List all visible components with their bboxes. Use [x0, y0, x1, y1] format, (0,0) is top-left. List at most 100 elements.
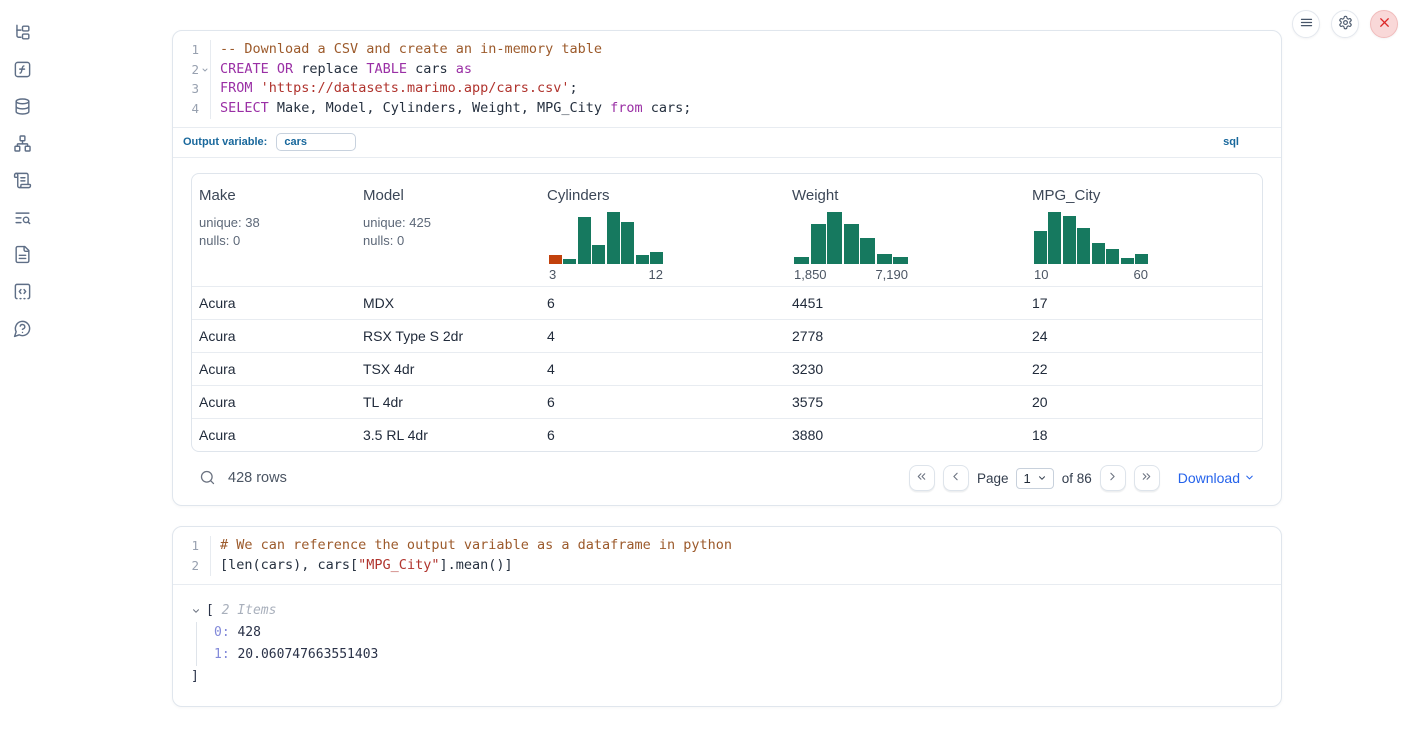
- first-page-button[interactable]: [909, 465, 935, 491]
- weight-histogram: [792, 212, 910, 264]
- table-row[interactable]: AcuraTL 4dr6357520: [192, 385, 1262, 418]
- hist-bar: [1121, 258, 1134, 264]
- hist-bar: [592, 245, 605, 264]
- nulls-stat: nulls: 0: [199, 233, 348, 248]
- help-icon[interactable]: [12, 318, 32, 338]
- close-bracket: ]: [191, 666, 199, 688]
- table-cell: 4451: [785, 286, 1025, 319]
- fold-gutter: [199, 99, 211, 119]
- hist-bar: [794, 257, 809, 264]
- table-cell: Acura: [192, 352, 356, 385]
- table-cell: 6: [540, 385, 785, 418]
- close-button[interactable]: [1370, 10, 1398, 38]
- hist-bar: [1092, 243, 1105, 264]
- column-header-weight[interactable]: Weight 1,850 7,190: [785, 174, 1025, 287]
- table-cell: 18: [1025, 418, 1262, 451]
- python-code-editor[interactable]: 1# We can reference the output variable …: [173, 527, 1281, 583]
- table-cell: 4: [540, 319, 785, 352]
- hist-min-label: 10: [1034, 267, 1048, 282]
- code-text: -- Download a CSV and create an in-memor…: [211, 40, 602, 60]
- sql-code-editor[interactable]: 1-- Download a CSV and create an in-memo…: [173, 31, 1281, 127]
- documentation-icon[interactable]: [12, 244, 32, 264]
- table-cell: Acura: [192, 418, 356, 451]
- table-cell: RSX Type S 2dr: [356, 319, 540, 352]
- tree-close-line: ]: [191, 666, 1263, 688]
- code-line[interactable]: 1-- Download a CSV and create an in-memo…: [173, 40, 1281, 60]
- code-line[interactable]: 1# We can reference the output variable …: [173, 536, 1281, 556]
- search-icon[interactable]: [199, 469, 217, 487]
- last-page-button[interactable]: [1134, 465, 1160, 491]
- next-page-button[interactable]: [1100, 465, 1126, 491]
- scratchpad-icon[interactable]: [12, 170, 32, 190]
- hist-bar: [563, 259, 576, 264]
- download-label: Download: [1178, 470, 1240, 486]
- column-header-cylinders[interactable]: Cylinders 3 12: [540, 174, 785, 287]
- output-variable-bar: Output variable: sql: [173, 127, 1281, 157]
- column-header-mpg-city[interactable]: MPG_City 10 60: [1025, 174, 1262, 287]
- chevron-right-icon: [1106, 470, 1119, 486]
- top-actions: [1292, 10, 1398, 38]
- code-text: SELECT Make, Model, Cylinders, Weight, M…: [211, 99, 691, 119]
- menu-icon: [1299, 15, 1314, 33]
- table-cell: MDX: [356, 286, 540, 319]
- table-cell: 3575: [785, 385, 1025, 418]
- hist-bar: [607, 212, 620, 264]
- chevrons-right-icon: [1140, 470, 1153, 486]
- code-line[interactable]: 3FROM 'https://datasets.marimo.app/cars.…: [173, 79, 1281, 99]
- close-icon: [1377, 15, 1392, 33]
- sql-cell: 1 -- Download a CSV and create an in-memo…: [172, 30, 1282, 506]
- tree-item-key: 1:: [214, 644, 230, 666]
- table-cell: TL 4dr: [356, 385, 540, 418]
- table-cell: 2778: [785, 319, 1025, 352]
- hist-bar: [1106, 249, 1119, 264]
- tree-item: 1: 20.060747663551403: [214, 644, 1263, 666]
- menu-button[interactable]: [1292, 10, 1320, 38]
- table-cell: 3230: [785, 352, 1025, 385]
- data-sources-icon[interactable]: [12, 96, 32, 116]
- column-header-model[interactable]: Model unique: 425 nulls: 0: [356, 174, 540, 287]
- code-text: FROM 'https://datasets.marimo.app/cars.c…: [211, 79, 578, 99]
- code-line[interactable]: 2[len(cars), cars["MPG_City"].mean()]: [173, 556, 1281, 576]
- table-footer: 428 rows Page 1 of 86: [191, 452, 1263, 497]
- table-row[interactable]: AcuraTSX 4dr4323022: [192, 352, 1262, 385]
- line-number: 4: [173, 99, 199, 119]
- chevron-down-icon: [191, 606, 201, 616]
- hist-min-label: 1,850: [794, 267, 827, 282]
- fold-gutter: [199, 79, 211, 99]
- hist-max-label: 60: [1134, 267, 1148, 282]
- table-cell: 20: [1025, 385, 1262, 418]
- python-cell: 1# We can reference the output variable …: [172, 526, 1282, 706]
- line-number: 2: [173, 60, 199, 80]
- tree-item-value: 20.060747663551403: [230, 644, 379, 666]
- table-row[interactable]: Acura3.5 RL 4dr6388018: [192, 418, 1262, 451]
- snippets-icon[interactable]: [12, 281, 32, 301]
- prev-page-button[interactable]: [943, 465, 969, 491]
- notebook: 1 -- Download a CSV and create an in-memo…: [172, 30, 1282, 707]
- pagination: Page 1 of 86 Download: [909, 465, 1259, 491]
- column-header-make[interactable]: Make unique: 38 nulls: 0: [192, 174, 356, 287]
- tree-item: 0: 428: [214, 622, 1263, 644]
- table-row[interactable]: AcuraRSX Type S 2dr4277824: [192, 319, 1262, 352]
- dependency-graph-icon[interactable]: [12, 133, 32, 153]
- code-line[interactable]: 4 SELECT Make, Model, Cylinders, Weight, …: [173, 99, 1281, 119]
- code-text: CREATE OR replace TABLE cars as: [211, 60, 472, 80]
- hist-bar: [621, 222, 634, 264]
- code-line[interactable]: 2 CREATE OR replace TABLE cars as: [173, 60, 1281, 80]
- hist-bar: [877, 254, 892, 264]
- language-badge: sql: [1223, 136, 1271, 148]
- hist-bar: [811, 224, 826, 264]
- download-button[interactable]: Download: [1178, 470, 1255, 486]
- logs-icon[interactable]: [12, 207, 32, 227]
- fold-chevron-icon[interactable]: [199, 60, 211, 80]
- hist-bar: [650, 252, 663, 264]
- table-cell: 3880: [785, 418, 1025, 451]
- output-variable-label: Output variable:: [183, 136, 267, 148]
- page-select[interactable]: 1: [1016, 468, 1053, 489]
- file-explorer-icon[interactable]: [12, 22, 32, 42]
- table-row[interactable]: AcuraMDX6445117: [192, 286, 1262, 319]
- output-variable-input[interactable]: [276, 133, 356, 151]
- hist-bar: [827, 212, 842, 264]
- tree-root-line[interactable]: [ 2 Items: [191, 600, 1263, 622]
- functions-icon[interactable]: [12, 59, 32, 79]
- settings-button[interactable]: [1331, 10, 1359, 38]
